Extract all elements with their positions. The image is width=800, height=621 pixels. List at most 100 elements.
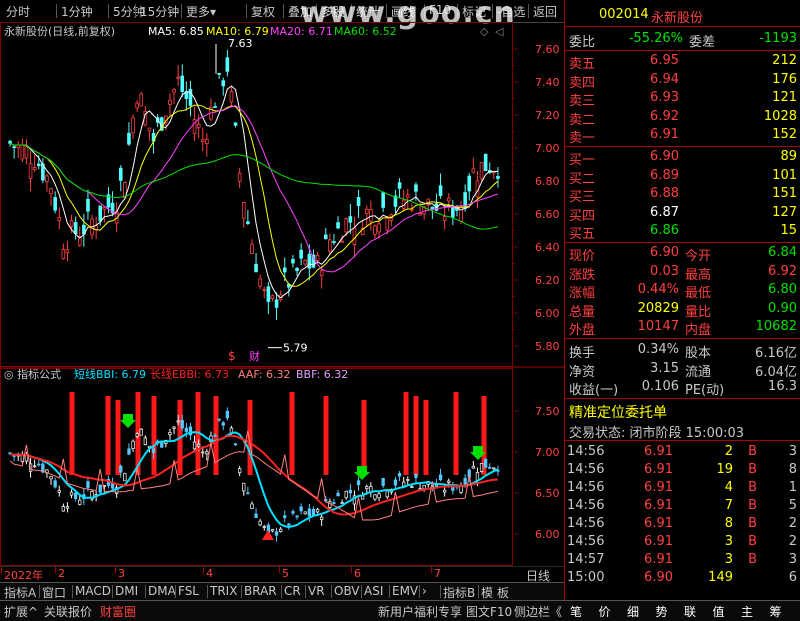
bottom-left-item-2[interactable]: 财富圈 xyxy=(100,603,136,620)
candle-body xyxy=(340,240,344,243)
indicator-tick-label: 7.00 xyxy=(535,446,560,459)
bottom-right-item-0[interactable]: 新用户福利专享 xyxy=(378,603,462,620)
candle-body xyxy=(196,123,201,129)
period-label[interactable]: 日线 xyxy=(526,567,550,584)
ask-volume: 212 xyxy=(772,53,797,68)
panel-tab-7[interactable]: 筹 xyxy=(770,603,782,620)
price-tick-label: 5.80 xyxy=(535,340,560,353)
candle-body xyxy=(274,299,279,308)
panel-tab-2[interactable]: 细 xyxy=(627,603,639,620)
indicator-candle-body xyxy=(127,448,131,455)
trade-side: B xyxy=(748,552,757,567)
signal-bar xyxy=(323,396,329,475)
x-axis-label: 4 xyxy=(206,567,213,580)
bottom-right-item-2[interactable]: 侧边栏《 xyxy=(514,603,562,620)
tab-3[interactable]: DMI xyxy=(115,584,138,598)
bid-label: 买五 xyxy=(569,227,596,242)
tab-9[interactable]: VR xyxy=(308,584,325,598)
toolbar-item-4[interactable]: 更多▾ xyxy=(186,3,216,20)
tab-separator xyxy=(72,585,73,598)
tab-13[interactable]: › xyxy=(422,584,427,598)
event-finance-icon[interactable]: 财 xyxy=(249,349,260,363)
indicator-candle-body xyxy=(484,458,488,468)
candle-body xyxy=(28,163,33,179)
tab-14[interactable]: 指标B xyxy=(443,584,475,601)
candle-body xyxy=(221,80,226,87)
ask-volume: 1028 xyxy=(763,108,797,124)
candle-body xyxy=(24,146,29,159)
candle-body xyxy=(94,225,98,230)
tab-15[interactable]: 模 xyxy=(481,584,493,601)
tab-12[interactable]: EMV xyxy=(392,584,418,598)
indicator-candle-body xyxy=(221,422,225,426)
panel-tab-3[interactable]: 势 xyxy=(656,603,668,620)
stock-header: 002014 永新股份 xyxy=(565,6,800,26)
indicator-candle-body xyxy=(242,482,246,492)
bid-price: 6.88 xyxy=(650,186,679,201)
indicator-candle-body xyxy=(438,474,443,481)
tab-11[interactable]: ASI xyxy=(364,584,383,598)
trade-volume: 4 xyxy=(724,480,733,495)
tab-1[interactable]: 窗口 xyxy=(42,584,66,601)
bottom-left-item-0[interactable]: 扩展^ xyxy=(4,603,38,620)
tab-2[interactable]: MACD xyxy=(75,584,111,598)
candle-body xyxy=(53,197,57,211)
ask-row: 卖二 6.92 1028 xyxy=(565,108,800,128)
indicator-aaf-label: AAF: 6.32 xyxy=(238,368,291,381)
indicator-candle-body xyxy=(53,480,57,488)
panel-tab-5[interactable]: 值 xyxy=(713,603,725,620)
candle-body xyxy=(307,253,312,269)
stat-label: 量比 xyxy=(685,304,712,320)
diamond-icon[interactable]: ◇ xyxy=(480,25,489,38)
indicator-candle-body xyxy=(233,443,238,446)
weicha-label: 委差 xyxy=(689,35,716,50)
tab-0[interactable]: 指标A xyxy=(4,584,36,601)
stat-label: 内盘 xyxy=(685,323,712,338)
bottom-left-item-1[interactable]: 关联报价 xyxy=(44,603,92,620)
tab-16[interactable]: 板 xyxy=(497,584,509,601)
tab-10[interactable]: OBV xyxy=(334,584,360,598)
stat-label: 涨跌 xyxy=(569,267,596,283)
bottom-right-item-1[interactable]: 图文F10 xyxy=(466,603,512,620)
signal-bar xyxy=(289,392,295,475)
candle-body xyxy=(356,197,361,207)
tab-8[interactable]: CR xyxy=(284,584,301,598)
indicator-title[interactable]: ◎ 指标公式 xyxy=(4,367,61,381)
toolbar-item-0[interactable]: 分时 xyxy=(6,3,30,20)
indicator-candle-body xyxy=(402,481,406,487)
fundamental-label: 股本 xyxy=(685,346,712,361)
tab-4[interactable]: DMA xyxy=(148,584,176,598)
kline-chart-area[interactable]: 7.60 7.40 7.20 7.00 6.80 6.60 6.40 6.20 6.00 5.80… xyxy=(0,22,564,568)
section-title-row: 精准定位委托单 xyxy=(565,401,800,421)
panel-tab-4[interactable]: 联 xyxy=(684,603,696,620)
ask-price: 6.92 xyxy=(650,108,679,124)
ma60-line xyxy=(9,142,499,230)
toolbar-item-1[interactable]: 1分钟 xyxy=(61,3,93,20)
x-axis-tick xyxy=(351,567,352,573)
tab-6[interactable]: TRIX xyxy=(210,584,237,598)
bid-price: 6.86 xyxy=(650,223,679,238)
bid-volume: 101 xyxy=(772,167,797,183)
bid-row: 买四 6.87 127 xyxy=(565,204,800,224)
high-price-label: 7.63 xyxy=(228,37,253,50)
indicator-candle-body xyxy=(336,492,340,497)
panel-tab-0[interactable]: 笔 xyxy=(570,603,582,620)
tab-5[interactable]: FSL xyxy=(178,584,199,598)
toolbar-item-13[interactable]: 返回 xyxy=(533,3,557,20)
arrow-left-icon[interactable]: ◁ xyxy=(495,25,504,38)
bid-row: 买二 6.89 101 xyxy=(565,167,800,187)
panel-tab-6[interactable]: 主 xyxy=(741,603,753,620)
bottom-status-bar: 扩展^ 关联报价 财富圈 新用户福利专享 图文F10 侧边栏《笔价细势联值主筹 xyxy=(0,600,800,621)
kline-chart-svg[interactable]: 7.60 7.40 7.20 7.00 6.80 6.60 6.40 6.20 6.00 5.80… xyxy=(0,22,564,568)
event-dollar-icon[interactable]: $ xyxy=(228,349,236,363)
toolbar-item-5[interactable]: 复权 xyxy=(251,3,275,20)
trade-price: 6.91 xyxy=(644,552,673,567)
toolbar-item-3[interactable]: 15分钟 xyxy=(140,3,179,20)
tab-7[interactable]: BRAR xyxy=(244,584,277,598)
indicator-candle-body xyxy=(373,494,377,500)
signal-bar xyxy=(453,392,459,475)
candle-body xyxy=(303,259,308,265)
section-title: 精准定位委托单 xyxy=(569,405,667,421)
candle-body xyxy=(73,222,78,235)
panel-tab-1[interactable]: 价 xyxy=(599,603,611,620)
